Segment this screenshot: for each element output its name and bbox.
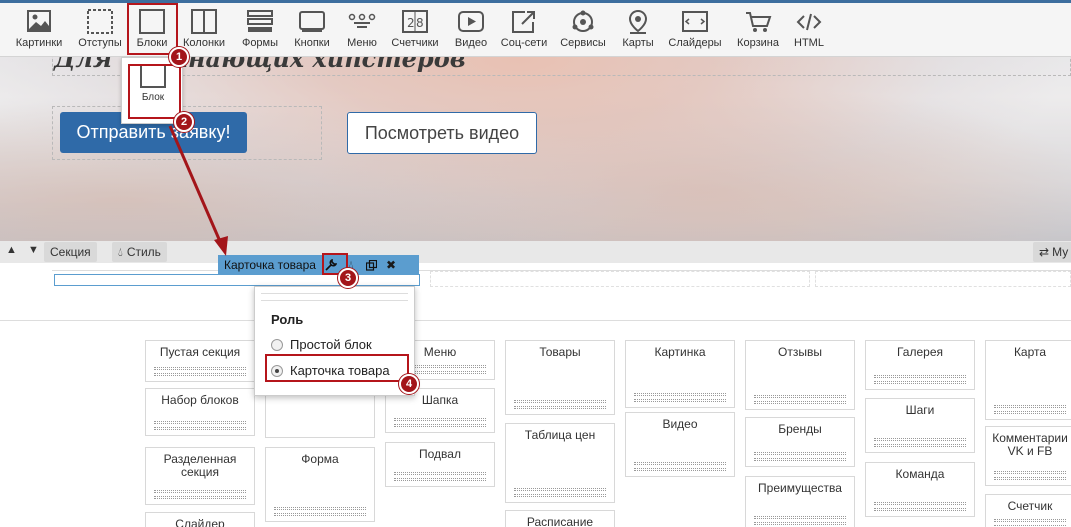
- annotation-arrow: [168, 125, 228, 256]
- step-badge-3: 3: [338, 268, 358, 288]
- step-badge-2: 2: [174, 112, 194, 132]
- page-root: Для начинающих хипстеров Отправить заявк…: [0, 0, 1071, 527]
- step-badge-1: 1: [169, 47, 189, 67]
- step-badge-4: 4: [399, 374, 419, 394]
